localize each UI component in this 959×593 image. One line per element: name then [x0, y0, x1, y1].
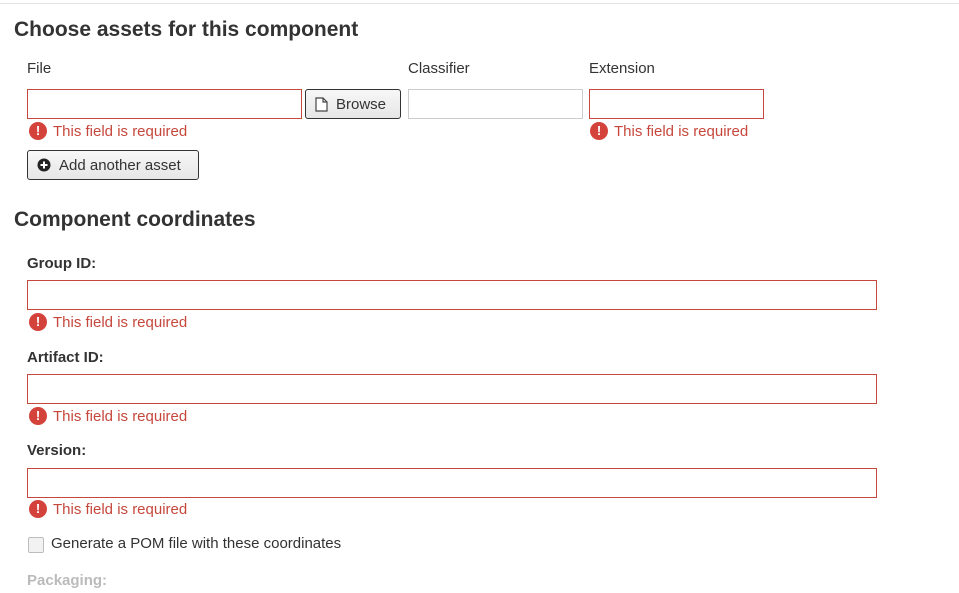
packaging-label: Packaging: — [27, 572, 108, 589]
browse-button[interactable]: Browse — [305, 89, 401, 119]
extension-input[interactable] — [589, 89, 764, 119]
extension-column-label: Extension — [589, 60, 655, 77]
version-label: Version: — [27, 442, 87, 459]
add-asset-label: Add another asset — [59, 156, 181, 174]
file-icon — [315, 96, 328, 112]
version-error-text: This field is required — [53, 500, 188, 518]
plus-circle-icon — [37, 158, 51, 172]
group-id-error-text: This field is required — [53, 313, 188, 331]
artifact-id-error-text: This field is required — [53, 407, 188, 425]
exclamation-circle-icon: ! — [29, 313, 47, 331]
artifact-id-error: ! This field is required — [29, 407, 187, 425]
artifact-id-label: Artifact ID: — [27, 349, 104, 366]
exclamation-circle-icon: ! — [29, 500, 47, 518]
assets-section-title: Choose assets for this component — [14, 18, 359, 41]
file-input[interactable] — [27, 89, 302, 119]
generate-pom-label[interactable]: Generate a POM file with these coordinat… — [51, 535, 341, 552]
browse-button-label: Browse — [336, 95, 387, 113]
coordinates-section-title: Component coordinates — [14, 208, 256, 231]
exclamation-circle-icon: ! — [29, 122, 47, 140]
classifier-input[interactable] — [408, 89, 583, 119]
version-input[interactable] — [27, 468, 877, 498]
classifier-column-label: Classifier — [408, 60, 470, 77]
file-column-label: File — [27, 60, 52, 77]
version-error: ! This field is required — [29, 500, 187, 518]
group-id-input[interactable] — [27, 280, 877, 310]
generate-pom-checkbox[interactable] — [28, 537, 44, 553]
exclamation-circle-icon: ! — [29, 407, 47, 425]
extension-error-text: This field is required — [614, 122, 749, 140]
artifact-id-input[interactable] — [27, 374, 877, 404]
exclamation-circle-icon: ! — [590, 122, 608, 140]
group-id-error: ! This field is required — [29, 313, 187, 331]
file-error-text: This field is required — [53, 122, 188, 140]
group-id-label: Group ID: — [27, 255, 97, 272]
add-asset-button[interactable]: Add another asset — [27, 150, 199, 180]
extension-error: ! This field is required — [590, 122, 748, 140]
file-error: ! This field is required — [29, 122, 187, 140]
